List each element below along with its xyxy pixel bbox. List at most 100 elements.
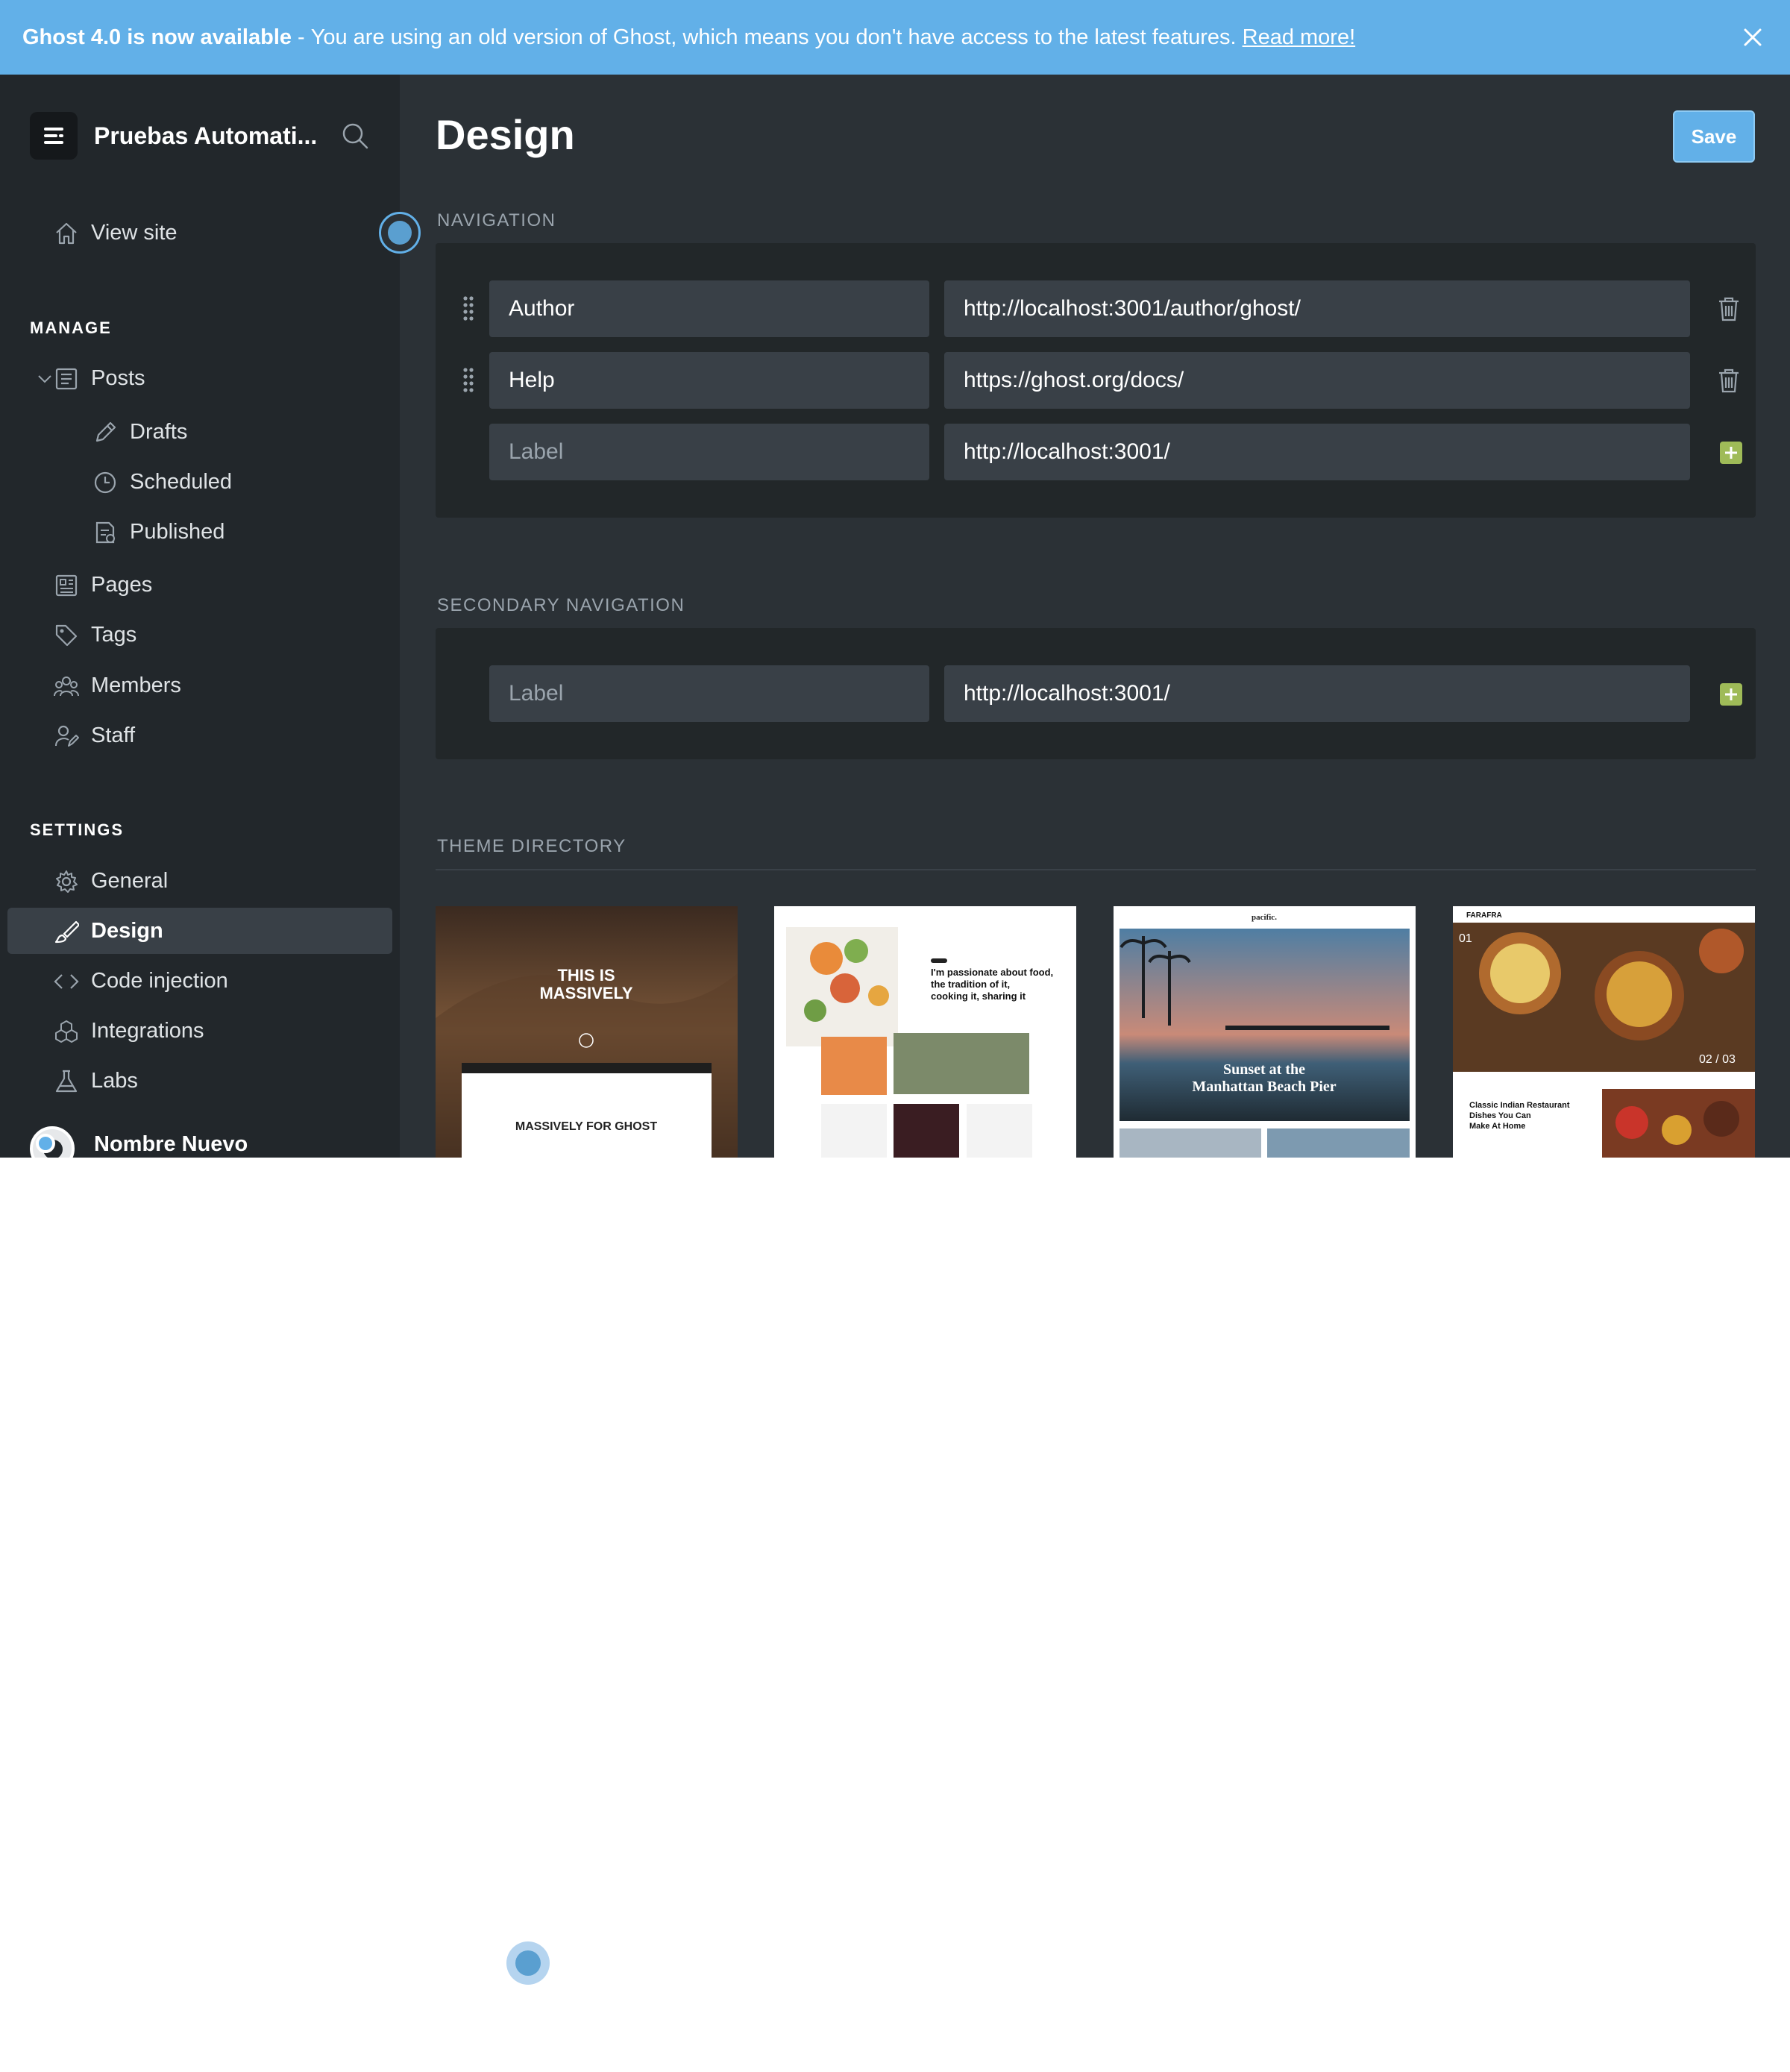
sidebar-item-posts[interactable]: Posts [7,355,392,401]
site-brand[interactable]: Pruebas Automati... [30,112,317,160]
sidebar-item-code-injection[interactable]: Code injection [7,958,392,1004]
pacific-headline-line2: Manhattan Beach Pier [1192,1079,1336,1095]
drag-handle-icon[interactable] [462,295,474,322]
theme-card-massively[interactable]: THIS IS MASSIVELY MASSIVELY FOR GHOST [436,906,738,1158]
admin-app: Pruebas Automati... View site MANAGE Pos… [0,75,1790,1158]
theme-card-pacific[interactable]: pacific. Sunset at the Manhattan Beach P… [1114,906,1416,1158]
sidebar-item-tags[interactable]: Tags [7,612,392,658]
theme-card-farafra[interactable]: FARAFRA 01 02 / 03 Classic Indian Restau… [1453,906,1755,1158]
theme-directory-section-title: THEME DIRECTORY [437,836,626,856]
chevron-down-icon[interactable] [36,370,54,388]
sidebar-item-label: Scheduled [130,469,233,494]
trash-icon[interactable] [1716,367,1742,394]
sidebar-item-label: Published [130,519,225,544]
sidebar-item-label: Staff [91,723,136,747]
add-nav-item-button[interactable] [1720,442,1742,464]
staff-icon [55,725,79,747]
nav-url-input[interactable] [944,280,1690,337]
sidebar-item-label: Code injection [91,968,228,993]
flask-icon [55,1070,78,1093]
theme-card-paris[interactable]: I'm passionate about food, the tradition… [774,906,1076,1158]
nav-label-input[interactable] [489,280,929,337]
sidebar-item-design[interactable]: Design [7,908,392,954]
secondary-navigation-section-title: SECONDARY NAVIGATION [437,595,685,615]
home-icon [56,222,77,245]
pacific-headline-line1: Sunset at the [1223,1061,1305,1078]
sidebar-item-view-site[interactable]: View site [7,210,392,256]
sidebar-item-members[interactable]: Members [7,662,392,709]
secondary-navigation-panel [436,628,1756,759]
farafra-counter-1: 01 [1459,932,1472,945]
farafra-counter-2: 02 / 03 [1699,1053,1736,1066]
new-nav-item-row [436,424,1756,480]
cursor-indicator-core [515,1950,541,1976]
ghost-logo-icon [44,128,63,144]
theme-preview-paris: I'm passionate about food, the tradition… [774,906,1076,1158]
manage-section-title: MANAGE [30,318,112,337]
new-nav-label-input[interactable] [489,424,929,480]
new-secondary-item-row [436,665,1756,722]
sidebar-item-drafts[interactable]: Drafts [7,409,392,455]
posts-icon [55,368,78,390]
nav-item-row [436,352,1756,409]
plus-icon [1725,688,1737,700]
sidebar-item-label: Integrations [91,1018,204,1043]
add-secondary-item-button[interactable] [1720,683,1742,706]
paris-headline-line1: I'm passionate about food, [931,967,1053,978]
farafra-brand: FARAFRA [1466,911,1502,920]
sidebar-item-pages[interactable]: Pages [7,562,392,608]
pacific-brand: pacific. [1252,913,1277,922]
sidebar-item-label: General [91,868,169,893]
massively-subhead: MASSIVELY FOR GHOST [515,1120,657,1133]
farafra-headline-line3: Make At Home [1469,1122,1525,1131]
sidebar-item-scheduled[interactable]: Scheduled [7,459,392,505]
upgrade-banner: Ghost 4.0 is now available - You are usi… [0,0,1790,75]
sidebar-item-label: Pages [91,572,153,597]
new-nav-url-input[interactable] [944,424,1690,480]
paris-headline-line2: the tradition of it, [931,979,1010,990]
drag-handle-icon[interactable] [462,367,474,394]
pencil-icon [95,421,116,442]
farafra-headline-line2: Dishes You Can [1469,1111,1531,1120]
user-name[interactable]: Nombre Nuevo [94,1132,248,1157]
members-icon [54,676,79,697]
tag-icon [55,624,78,647]
sidebar-item-label: Tags [91,622,137,647]
save-button[interactable]: Save [1673,110,1755,163]
read-more-link[interactable]: Read more! [1243,25,1356,50]
plus-icon [1725,447,1737,459]
sidebar-item-label: View site [91,220,178,245]
page-title: Design [436,111,575,158]
sidebar-item-label: Posts [91,365,145,390]
sidebar-item-general[interactable]: General [7,858,392,904]
cursor-indicator-core [388,221,412,245]
banner-title: Ghost 4.0 is now available [22,25,292,49]
nav-label-input[interactable] [489,352,929,409]
sidebar-item-label: Design [91,918,163,943]
paris-headline-line3: cooking it, sharing it [931,991,1026,1002]
sidebar-item-label: Drafts [130,419,188,444]
theme-preview-pacific: pacific. Sunset at the Manhattan Beach P… [1114,906,1416,1158]
nav-url-input[interactable] [944,352,1690,409]
new-secondary-url-input[interactable] [944,665,1690,722]
integrations-icon [55,1020,78,1043]
gear-icon [56,870,78,893]
sidebar-item-integrations[interactable]: Integrations [7,1008,392,1054]
site-logo [30,112,78,160]
sidebar-item-labs[interactable]: Labs [7,1058,392,1104]
farafra-headline-line1: Classic Indian Restaurant [1469,1101,1570,1110]
brush-icon [54,920,79,944]
theme-preview-farafra: FARAFRA 01 02 / 03 Classic Indian Restau… [1453,906,1755,1158]
nav-item-row [436,280,1756,337]
pages-icon [55,574,78,597]
new-secondary-label-input[interactable] [489,665,929,722]
sidebar-item-staff[interactable]: Staff [7,712,392,759]
search-icon[interactable] [340,121,370,151]
banner-message: You are using an old version of Ghost, w… [310,25,1237,49]
close-icon[interactable] [1738,22,1768,52]
sidebar-item-published[interactable]: Published [7,509,392,555]
trash-icon[interactable] [1716,295,1742,322]
massively-headline-line1: THIS IS [557,966,615,985]
sidebar-item-label: Labs [91,1068,138,1093]
banner-separator: - [298,25,305,49]
